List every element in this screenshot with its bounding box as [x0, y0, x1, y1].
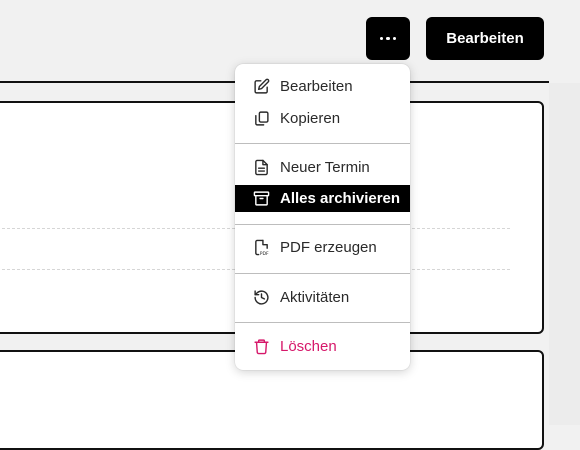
menu-separator: [235, 322, 410, 323]
edit-button[interactable]: Bearbeiten: [426, 17, 544, 60]
archive-icon: [252, 190, 270, 208]
scroll-gutter: [549, 83, 580, 425]
menu-item-label: Kopieren: [280, 110, 341, 127]
copy-icon: [252, 110, 270, 128]
menu-item-loeschen[interactable]: Löschen: [235, 333, 410, 360]
menu-item-alles-archivieren[interactable]: Alles archivieren: [235, 185, 410, 212]
more-actions-button[interactable]: [366, 17, 410, 60]
menu-item-kopieren[interactable]: Kopieren: [235, 105, 410, 132]
trash-icon: [252, 338, 270, 356]
menu-item-label: PDF erzeugen: [280, 239, 377, 256]
svg-text:PDF: PDF: [259, 251, 268, 256]
menu-item-label: Aktivitäten: [280, 289, 350, 306]
menu-item-neuer-termin[interactable]: Neuer Termin: [235, 154, 410, 181]
menu-item-label: Alles archivieren: [280, 190, 401, 207]
more-dots-icon: [379, 36, 397, 41]
document-icon: [252, 159, 270, 177]
history-icon: [252, 289, 270, 307]
menu-separator: [235, 273, 410, 274]
menu-item-aktivitaeten[interactable]: Aktivitäten: [235, 284, 410, 311]
menu-separator: [235, 224, 410, 225]
menu-item-label: Neuer Termin: [280, 159, 370, 176]
menu-item-pdf-erzeugen[interactable]: PDF PDF erzeugen: [235, 234, 410, 261]
pdf-file-icon: PDF: [252, 239, 270, 257]
pencil-square-icon: [252, 78, 270, 96]
menu-item-label: Löschen: [280, 338, 337, 355]
menu-separator: [235, 143, 410, 144]
menu-item-label: Bearbeiten: [280, 78, 353, 95]
menu-item-bearbeiten[interactable]: Bearbeiten: [235, 73, 410, 100]
actions-dropdown-menu: Bearbeiten Kopieren Neuer Termin Alles a…: [235, 64, 410, 370]
